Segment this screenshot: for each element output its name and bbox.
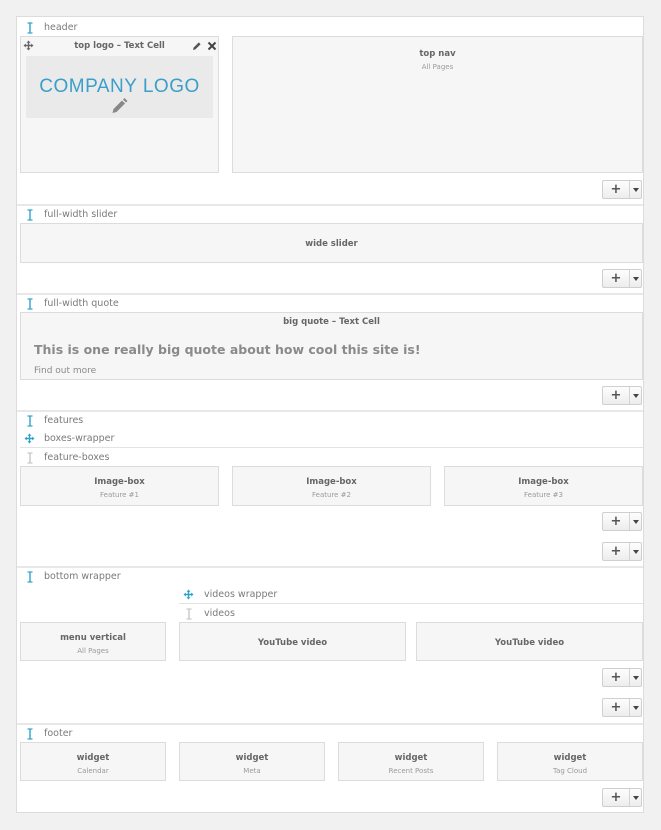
row-label-slider: full-width slider bbox=[44, 209, 118, 220]
caret-down-icon[interactable] bbox=[630, 181, 641, 198]
footer-widget-cell-2[interactable]: widget Meta bbox=[179, 742, 325, 781]
quote-cell[interactable]: big quote – Text Cell This is one really… bbox=[20, 312, 643, 380]
row-drag-icon[interactable] bbox=[26, 209, 34, 221]
menu-vertical-cell[interactable]: menu vertical All Pages bbox=[20, 622, 166, 661]
row-separator bbox=[17, 293, 643, 295]
row-drag-icon[interactable] bbox=[185, 608, 193, 620]
widget-sub: Tag Cloud bbox=[552, 767, 588, 775]
pencil-icon bbox=[112, 98, 128, 113]
feature-cell-sub: Feature #3 bbox=[524, 491, 563, 499]
row-drag-icon[interactable] bbox=[26, 452, 34, 464]
row-drag-icon[interactable] bbox=[26, 298, 34, 310]
feature-cell-2[interactable]: Image-box Feature #2 bbox=[232, 466, 431, 506]
menu-vertical-title: menu vertical bbox=[60, 633, 126, 643]
youtube-video-title: YouTube video bbox=[257, 638, 328, 648]
row-label-videos-wrapper: videos wrapper bbox=[204, 589, 278, 600]
widget-sub: Meta bbox=[243, 767, 261, 775]
move-icon[interactable] bbox=[24, 433, 35, 444]
plus-icon[interactable]: + bbox=[603, 669, 630, 686]
row-separator bbox=[17, 410, 643, 412]
feature-cell-sub: Feature #2 bbox=[312, 491, 351, 499]
feature-cell-title: Image-box bbox=[94, 477, 145, 487]
menu-vertical-sub: All Pages bbox=[77, 647, 109, 655]
row-drag-icon[interactable] bbox=[26, 571, 34, 583]
feature-cell-3[interactable]: Image-box Feature #3 bbox=[444, 466, 643, 506]
plus-icon[interactable]: + bbox=[603, 270, 630, 287]
widget-title: widget bbox=[394, 753, 428, 763]
move-icon[interactable] bbox=[183, 589, 194, 600]
feature-cell-title: Image-box bbox=[518, 477, 569, 487]
quote-text: This is one really big quote about how c… bbox=[34, 342, 421, 357]
row-separator bbox=[17, 723, 643, 725]
plus-icon[interactable]: + bbox=[603, 699, 630, 716]
footer-widget-cell-1[interactable]: widget Calendar bbox=[20, 742, 166, 781]
youtube-video-title: YouTube video bbox=[494, 638, 565, 648]
caret-down-icon[interactable] bbox=[630, 699, 641, 716]
row-drag-icon[interactable] bbox=[26, 728, 34, 740]
close-icon[interactable] bbox=[207, 41, 217, 51]
caret-down-icon[interactable] bbox=[630, 789, 641, 806]
footer-widget-cell-4[interactable]: widget Tag Cloud bbox=[497, 742, 643, 781]
youtube-video-cell-1[interactable]: YouTube video bbox=[179, 622, 406, 661]
feature-cell-title: Image-box bbox=[306, 477, 357, 487]
add-cell-button-videos[interactable]: + bbox=[602, 668, 642, 687]
row-label-features: features bbox=[44, 415, 84, 426]
add-cell-button-feature-boxes[interactable]: + bbox=[602, 512, 642, 531]
caret-down-icon[interactable] bbox=[630, 270, 641, 287]
footer-widget-cell-3[interactable]: widget Recent Posts bbox=[338, 742, 484, 781]
plus-icon[interactable]: + bbox=[603, 543, 630, 560]
youtube-video-cell-2[interactable]: YouTube video bbox=[416, 622, 643, 661]
row-label-feature-boxes: feature-boxes bbox=[44, 452, 110, 463]
quote-cell-title: big quote – Text Cell bbox=[283, 317, 380, 327]
row-separator bbox=[17, 566, 643, 568]
caret-down-icon[interactable] bbox=[630, 513, 641, 530]
add-cell-button-header[interactable]: + bbox=[602, 180, 642, 199]
wide-slider-title: wide slider bbox=[305, 239, 358, 249]
top-nav-title: top nav bbox=[419, 49, 456, 59]
row-label-videos: videos bbox=[204, 608, 235, 619]
row-label-quote: full-width quote bbox=[44, 298, 119, 309]
plus-icon[interactable]: + bbox=[603, 181, 630, 198]
widget-sub: Calendar bbox=[77, 767, 109, 775]
add-cell-button-bottom-wrapper[interactable]: + bbox=[602, 698, 642, 717]
logo-text: COMPANY LOGO bbox=[39, 76, 200, 97]
feature-cell-sub: Feature #1 bbox=[100, 491, 139, 499]
logo-cell[interactable]: top logo – Text Cell COMPANY LOGO bbox=[20, 36, 219, 173]
edit-icon[interactable] bbox=[192, 41, 202, 51]
row-label-boxes-wrapper: boxes-wrapper bbox=[44, 433, 115, 444]
feature-cell-1[interactable]: Image-box Feature #1 bbox=[20, 466, 219, 506]
widget-title: widget bbox=[76, 753, 110, 763]
find-out-more-link[interactable]: Find out more bbox=[34, 366, 96, 376]
row-drag-icon[interactable] bbox=[26, 22, 34, 34]
add-cell-button-footer[interactable]: + bbox=[602, 788, 642, 807]
plus-icon[interactable]: + bbox=[603, 789, 630, 806]
widget-title: widget bbox=[235, 753, 269, 763]
row-separator bbox=[17, 204, 643, 206]
caret-down-icon[interactable] bbox=[630, 543, 641, 560]
plus-icon[interactable]: + bbox=[603, 513, 630, 530]
row-label-header: header bbox=[44, 22, 78, 33]
add-cell-button-slider[interactable]: + bbox=[602, 269, 642, 288]
widget-title: widget bbox=[553, 753, 587, 763]
add-cell-button-quote[interactable]: + bbox=[602, 386, 642, 405]
wide-slider-cell[interactable]: wide slider bbox=[20, 223, 643, 263]
plus-icon[interactable]: + bbox=[603, 387, 630, 404]
divider bbox=[179, 603, 643, 604]
logo-cell-title: top logo – Text Cell bbox=[74, 41, 165, 51]
widget-sub: Recent Posts bbox=[388, 767, 434, 775]
caret-down-icon[interactable] bbox=[630, 669, 641, 686]
row-label-bottom-wrapper: bottom wrapper bbox=[44, 571, 121, 582]
logo-image[interactable]: COMPANY LOGO bbox=[26, 56, 213, 118]
add-cell-button-features[interactable]: + bbox=[602, 542, 642, 561]
top-nav-sub: All Pages bbox=[421, 63, 454, 71]
caret-down-icon[interactable] bbox=[630, 387, 641, 404]
row-label-footer: footer bbox=[44, 728, 73, 739]
top-nav-cell[interactable]: top nav All Pages bbox=[232, 36, 643, 173]
row-drag-icon[interactable] bbox=[26, 415, 34, 427]
layout-editor-frame: header top logo – Text Cell COMPANY LOGO… bbox=[16, 16, 644, 813]
divider bbox=[20, 447, 643, 448]
